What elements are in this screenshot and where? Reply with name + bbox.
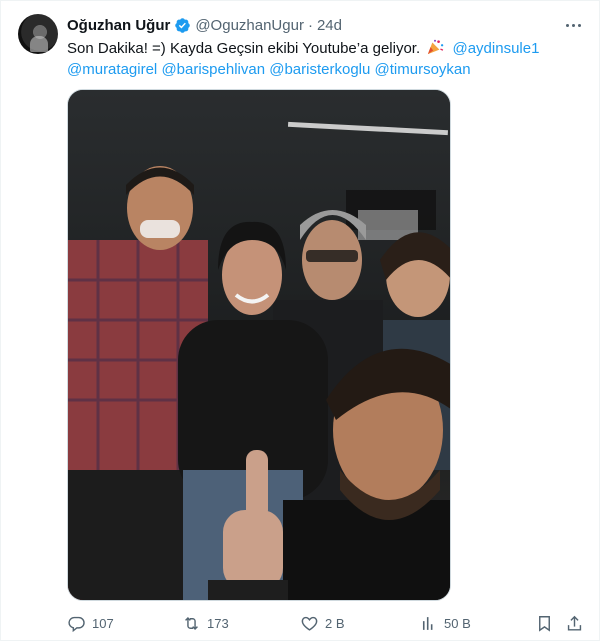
share-button[interactable] — [565, 612, 584, 634]
separator-dot: · — [307, 16, 313, 34]
more-icon[interactable] — [561, 15, 585, 35]
mention-link[interactable]: @aydinsule1 — [452, 40, 539, 57]
reply-icon — [68, 616, 85, 632]
tweet-card[interactable]: Oğuzhan Uğur @OguzhanUgur · 24d Son Daki… — [0, 0, 600, 641]
mention-link[interactable]: @muratagirel — [67, 61, 157, 78]
mention-link[interactable]: @baristerkoglu — [269, 61, 370, 78]
tweet-header: Oğuzhan Uğur @OguzhanUgur · 24d — [67, 15, 342, 35]
repost-count: 173 — [207, 615, 229, 631]
reply-count: 107 — [92, 615, 114, 631]
tweet-text-main: Son Dakika! =) Kayda Geçsin ekibi Youtub… — [67, 40, 421, 57]
tweet-photo[interactable] — [67, 89, 451, 601]
share-icon — [567, 615, 582, 631]
verified-badge-icon — [175, 17, 191, 33]
reply-button[interactable]: 107 — [67, 612, 114, 634]
avatar[interactable] — [18, 14, 58, 54]
views-count: 50 B — [444, 615, 471, 631]
party-popper-icon — [428, 39, 444, 55]
like-count: 2 B — [325, 615, 345, 631]
mention-link[interactable]: @timursoykan — [375, 61, 471, 78]
mention-link[interactable]: @barispehlivan — [161, 61, 265, 78]
bookmark-button[interactable] — [535, 612, 554, 634]
author-handle[interactable]: @OguzhanUgur — [195, 17, 304, 34]
heart-icon — [301, 616, 318, 631]
views-icon — [422, 616, 433, 630]
like-button[interactable]: 2 B — [300, 612, 345, 634]
group-selfie-image — [68, 90, 450, 600]
repost-button[interactable]: 173 — [182, 612, 229, 634]
action-bar: 107 173 2 B 50 B — [67, 612, 587, 634]
tweet-text: Son Dakika! =) Kayda Geçsin ekibi Youtub… — [67, 38, 587, 80]
bookmark-icon — [539, 615, 550, 632]
repost-icon — [185, 616, 198, 630]
author-name[interactable]: Oğuzhan Uğur — [67, 17, 170, 34]
views-button[interactable]: 50 B — [419, 612, 471, 634]
tweet-time[interactable]: 24d — [317, 17, 342, 34]
